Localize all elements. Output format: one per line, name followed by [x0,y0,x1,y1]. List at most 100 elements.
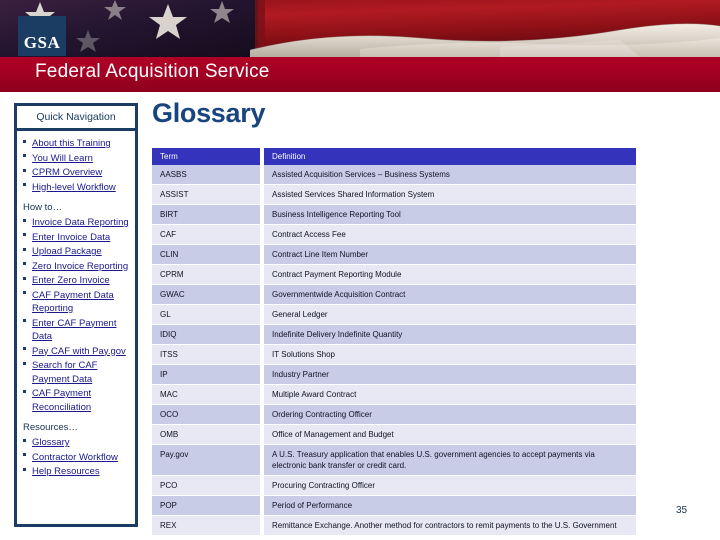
bullet-icon [23,319,26,322]
list-item[interactable]: CAF Payment Reconciliation [21,386,133,413]
sidebar-item-enter-invoice-data[interactable]: Enter Invoice Data [32,232,110,243]
sidebar-item-zero-invoice-reporting[interactable]: Zero Invoice Reporting [32,261,128,272]
cell-term: Pay.gov [152,445,260,476]
bullet-icon [23,183,26,186]
table-row: MAC Multiple Award Contract [152,385,636,405]
cell-term: GWAC [152,285,260,305]
list-item[interactable]: High-level Workflow [21,180,133,194]
flag-banner: GSA [0,0,720,57]
cell-term: MAC [152,385,260,405]
table-row: POP Period of Performance [152,496,636,516]
sidebar-item-invoice-data-reporting[interactable]: Invoice Data Reporting [32,217,129,228]
bullet-icon [23,168,26,172]
bullet-icon [23,139,26,143]
cell-definition: Indefinite Delivery Indefinite Quantity [264,325,636,345]
cell-definition: Procuring Contracting Officer [264,476,636,496]
list-item[interactable]: Search for CAF Payment Data [21,358,133,385]
cell-definition: Industry Partner [264,365,636,385]
cell-term: CPRM [152,265,260,285]
list-item[interactable]: Help Resources [21,464,133,478]
cell-term: ASSIST [152,185,260,205]
cell-definition: Multiple Award Contract [264,385,636,405]
gsa-logo: GSA [18,16,66,56]
table-row: GL General Ledger [152,305,636,325]
cell-definition: Contract Line Item Number [264,245,636,265]
sidebar-item-about-this-training[interactable]: About this Training [32,138,111,149]
table-row: ASSIST Assisted Services Shared Informati… [152,185,636,205]
page-number: 35 [676,505,688,516]
cell-definition: Business Intelligence Reporting Tool [264,205,636,225]
bullet-icon [23,154,26,157]
cell-term: GL [152,305,260,325]
list-item[interactable]: Invoice Data Reporting [21,215,133,229]
cell-term: OCO [152,405,260,425]
table-row: CAF Contract Access Fee [152,225,636,245]
bullet-icon [23,438,26,442]
sidebar-item-contractor-workflow[interactable]: Contractor Workflow [32,452,118,463]
sidebar-item-cprm-overview[interactable]: CPRM Overview [32,167,102,178]
table-body: AASBS Assisted Acquisition Services – Bus… [152,165,636,536]
quick-navigation-panel: Quick Navigation About this Training You… [14,103,138,527]
cell-definition: Contract Payment Reporting Module [264,265,636,285]
table-row: AASBS Assisted Acquisition Services – Bus… [152,165,636,185]
table-row: ITSS IT Solutions Shop [152,345,636,365]
list-item[interactable]: Enter CAF Payment Data [21,316,133,343]
sidebar-item-enter-caf-payment-data[interactable]: Enter CAF Payment Data [32,318,116,343]
list-item[interactable]: Zero Invoice Reporting [21,259,133,273]
sidebar-section-label-how-to: How to… [23,202,63,213]
sidebar-item-pay-caf-with-paygov[interactable]: Pay CAF with Pay.gov [32,346,126,357]
cell-definition: General Ledger [264,305,636,325]
sidebar-item-caf-payment-reconciliation[interactable]: CAF Payment Reconciliation [32,388,91,413]
cell-definition: Contract Access Fee [264,225,636,245]
list-item[interactable]: About this Training [21,136,133,150]
cell-definition: Governmentwide Acquisition Contract [264,285,636,305]
cell-definition: Period of Performance [264,496,636,516]
sidebar-section-label-resources: Resources… [23,422,78,433]
sidebar-item-glossary[interactable]: Glossary [32,437,69,448]
nav-group-how-to: Invoice Data Reporting Enter Invoice Dat… [21,215,133,413]
quick-navigation-body: About this Training You Will Learn CPRM … [17,131,135,478]
table-row: CPRM Contract Payment Reporting Module [152,265,636,285]
column-header-term: Term [152,148,260,165]
cell-term: OMB [152,425,260,445]
nav-group-resources: Glossary Contractor Workflow Help Resour… [21,435,133,478]
sidebar-item-upload-package[interactable]: Upload Package [32,246,102,257]
list-item[interactable]: Pay CAF with Pay.gov [21,344,133,358]
cell-definition: Assisted Services Shared Information Sys… [264,185,636,205]
sidebar-item-search-for-caf-payment-data[interactable]: Search for CAF Payment Data [32,360,97,385]
list-item[interactable]: CAF Payment Data Reporting [21,288,133,315]
list-item[interactable]: You Will Learn [21,151,133,165]
table-row: PCO Procuring Contracting Officer [152,476,636,496]
list-item[interactable]: Contractor Workflow [21,450,133,464]
cell-term: IDIQ [152,325,260,345]
table-row: OMB Office of Management and Budget [152,425,636,445]
table-row: Pay.gov A U.S. Treasury application that … [152,445,636,476]
cell-term: CAF [152,225,260,245]
sidebar-item-high-level-workflow[interactable]: High-level Workflow [32,182,116,193]
cell-term: BIRT [152,205,260,225]
table-row: OCO Ordering Contracting Officer [152,405,636,425]
page-header-title: Federal Acquisition Service [35,61,270,82]
bullet-icon [23,347,26,350]
cell-term: POP [152,496,260,516]
bullet-icon [23,453,26,456]
cell-term: CLIN [152,245,260,265]
cell-term: AASBS [152,165,260,185]
list-item[interactable]: Glossary [21,435,133,449]
sidebar-item-help-resources[interactable]: Help Resources [32,466,100,477]
table-row: IDIQ Indefinite Delivery Indefinite Quant… [152,325,636,345]
page-title: Glossary [152,98,266,128]
bullet-icon [23,361,26,365]
bullet-icon [23,276,26,280]
table-row: GWAC Governmentwide Acquisition Contract [152,285,636,305]
list-item[interactable]: Enter Zero Invoice [21,273,133,287]
list-item[interactable]: CPRM Overview [21,165,133,179]
sidebar-item-you-will-learn[interactable]: You Will Learn [32,153,93,164]
sidebar-item-caf-payment-data-reporting[interactable]: CAF Payment Data Reporting [32,290,114,315]
list-item[interactable]: Enter Invoice Data [21,230,133,244]
list-item[interactable]: Upload Package [21,244,133,258]
sidebar-item-enter-zero-invoice[interactable]: Enter Zero Invoice [32,275,110,286]
cell-definition: IT Solutions Shop [264,345,636,365]
bullet-icon [23,262,26,265]
cell-term: IP [152,365,260,385]
